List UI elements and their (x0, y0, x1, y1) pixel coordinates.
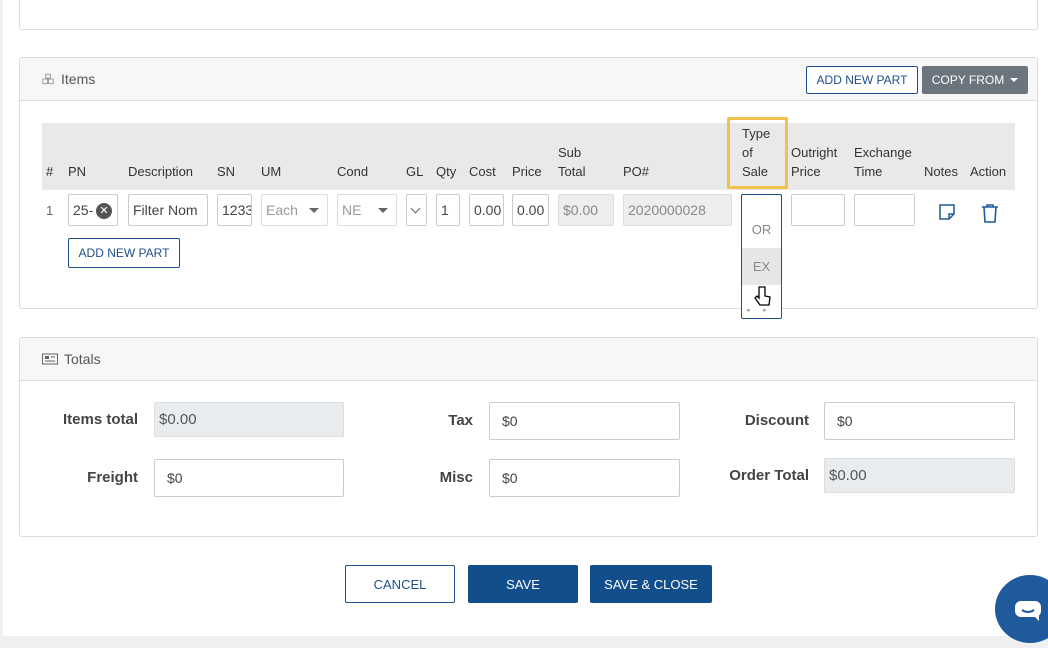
items-card: Items ADD NEW PART COPY FROM # PN Descri… (19, 57, 1038, 319)
freight-label: Freight (87, 469, 138, 486)
order-total-field: $0.00 (824, 458, 1015, 493)
save-button[interactable]: SAVE (468, 565, 578, 603)
save-close-button[interactable]: SAVE & CLOSE (590, 565, 712, 603)
pn-value: 25- (73, 202, 94, 218)
sub-total-field: $0.00 (558, 194, 614, 226)
col-po: PO# (623, 164, 650, 179)
tax-label: Tax (448, 412, 473, 429)
chat-icon (1015, 601, 1041, 621)
col-exchange-l1: Exchange (854, 145, 912, 160)
order-total-label: Order Total (729, 467, 809, 484)
page: Items ADD NEW PART COPY FROM # PN Descri… (3, 0, 1048, 636)
freight-input[interactable]: $0 (154, 459, 344, 497)
totals-title: Totals (42, 351, 101, 367)
col-sub-total: Sub Total (558, 143, 585, 181)
col-cost: Cost (469, 164, 496, 179)
note-icon[interactable] (938, 203, 956, 221)
col-exchange-time: Exchange Time (854, 143, 912, 181)
trash-icon[interactable] (981, 203, 999, 223)
option-ex[interactable]: EX (742, 248, 781, 285)
add-new-part-row-button[interactable]: ADD NEW PART (68, 238, 180, 268)
col-gl: GL (406, 164, 424, 179)
col-sn: SN (217, 164, 236, 179)
col-qty: Qty (436, 164, 457, 179)
cost-input[interactable]: 0.00 (469, 194, 504, 226)
col-num: # (46, 164, 54, 179)
add-new-part-button[interactable]: ADD NEW PART (806, 66, 918, 94)
items-total-field: $0.00 (154, 402, 344, 437)
pn-input[interactable]: 25- ✕ (68, 194, 118, 226)
tax-input[interactable]: $0 (489, 402, 680, 440)
col-sub-total-l1: Sub (558, 145, 582, 160)
col-outright-price: Outright Price (791, 143, 837, 181)
chevron-down-icon (378, 208, 388, 213)
table-header: # PN Description SN UM Cond GL Qty Cost … (42, 123, 1015, 190)
sn-input[interactable]: 1233 (217, 194, 252, 226)
items-title: Items (42, 71, 95, 87)
po-field: 2020000028 (623, 194, 732, 226)
totals-card-header: Totals (20, 338, 1037, 381)
totals-card: Totals Items total $0.00 Tax $0 Discount… (19, 337, 1038, 537)
items-card-header: Items ADD NEW PART COPY FROM (20, 58, 1037, 101)
chevron-down-icon (410, 203, 421, 214)
discount-label: Discount (744, 412, 809, 429)
col-sub-total-l2: Total (558, 164, 586, 179)
exchange-time-input[interactable] (854, 194, 915, 226)
description-input[interactable]: Filter Nom (128, 194, 208, 226)
caret-down-icon (1010, 78, 1019, 82)
misc-label: Misc (439, 469, 473, 486)
col-outright-l1: Outright (791, 145, 838, 160)
um-value: Each (266, 202, 298, 218)
cubes-icon (42, 73, 54, 85)
qty-input[interactable]: 1 (436, 194, 460, 226)
cond-value: NE (342, 202, 362, 218)
totals-title-text: Totals (64, 351, 101, 367)
copy-from-label: COPY FROM (931, 73, 1005, 87)
circle-x-icon[interactable]: ✕ (96, 203, 112, 219)
misc-input[interactable]: $0 (489, 459, 680, 497)
col-cond: Cond (337, 164, 369, 179)
type-of-sale-highlight (727, 117, 788, 189)
gl-select[interactable] (406, 194, 427, 226)
col-pn: PN (68, 164, 87, 179)
copy-from-button[interactable]: COPY FROM (922, 66, 1028, 94)
um-select[interactable]: Each (261, 194, 328, 226)
price-input[interactable]: 0.00 (512, 194, 549, 226)
cond-select[interactable]: NE (337, 194, 397, 226)
previous-card (19, 0, 1038, 30)
items-total-label: Items total (62, 411, 138, 428)
items-title-text: Items (61, 71, 96, 87)
hand-cursor-icon (754, 286, 771, 306)
id-card-icon (42, 353, 58, 365)
col-um: UM (261, 164, 282, 179)
col-outright-l2: Price (791, 164, 821, 179)
cancel-button[interactable]: CANCEL (345, 565, 455, 603)
option-or[interactable]: OR (742, 211, 781, 248)
outright-price-input[interactable] (791, 194, 845, 226)
discount-input[interactable]: $0 (824, 402, 1015, 440)
col-description: Description (128, 164, 194, 179)
col-notes: Notes (924, 164, 958, 179)
chevron-down-icon (309, 208, 319, 213)
col-action: Action (970, 164, 1007, 179)
row-num: 1 (46, 203, 54, 218)
col-exchange-l2: Time (854, 164, 883, 179)
col-price: Price (512, 164, 542, 179)
